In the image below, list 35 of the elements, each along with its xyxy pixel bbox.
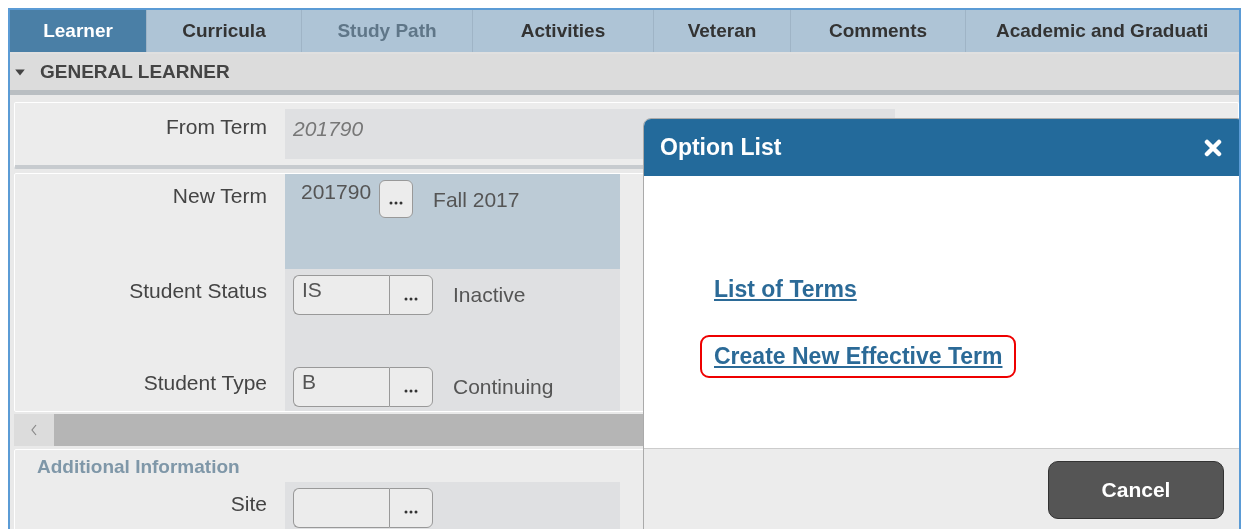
field-description: Continuing [452,374,554,399]
field-label: Student Type [142,370,267,395]
tab[interactable]: Veteran [654,10,791,52]
field-label: New Term [171,183,267,208]
tab[interactable]: Learner [10,10,147,52]
lookup-button[interactable] [389,488,433,528]
lookup-button[interactable] [389,275,433,315]
input-field[interactable] [293,488,389,528]
tab[interactable]: Activities [473,10,654,52]
field-label: Site [229,491,267,516]
lookup-button[interactable] [389,367,433,407]
more-icon [404,389,418,393]
field-description: Fall 2017 [432,187,520,212]
option-link[interactable]: List of Terms [714,276,857,303]
field-label: From Term [164,114,267,139]
subsection-title: Additional Information [36,455,241,479]
cancel-button[interactable]: Cancel [1048,461,1224,519]
tab[interactable]: Academic and Graduati [966,10,1239,52]
lookup-button[interactable] [379,180,414,218]
field-description: Inactive [452,282,526,307]
more-icon [389,201,404,205]
more-icon [404,297,418,301]
section-title: GENERAL LEARNER [40,61,230,83]
more-icon [404,510,418,514]
input-field[interactable]: 201790 [293,180,380,220]
tab[interactable]: Curricula [147,10,302,52]
field-value: 201790 [293,117,364,141]
field-label: Student Status [128,278,267,303]
input-field[interactable]: B [293,367,389,407]
dialog-title: Option List [660,134,782,161]
tab[interactable]: Comments [791,10,966,52]
close-icon[interactable] [1204,138,1222,157]
input-field[interactable]: IS [293,275,389,315]
option-link[interactable]: Create New Effective Term [714,343,1003,370]
scroll-left-icon[interactable] [30,424,38,436]
